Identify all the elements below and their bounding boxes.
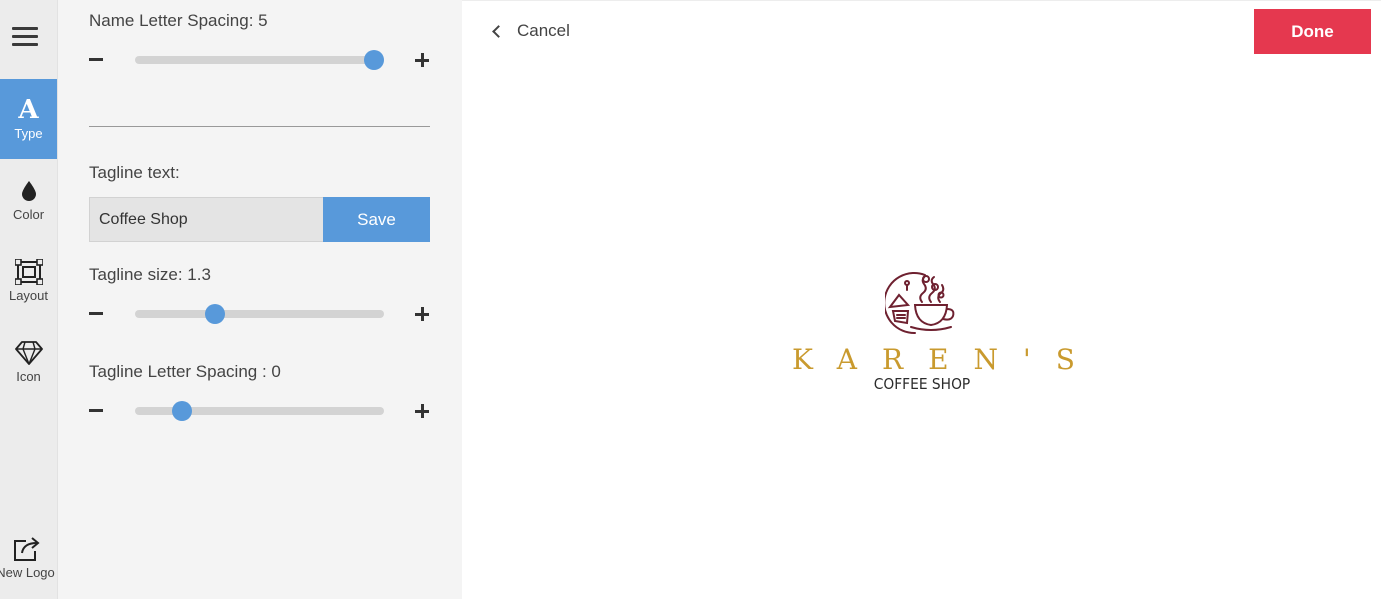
icon-rail: A Type Color Layout Icon New Logo: [0, 0, 58, 599]
tagline-letter-spacing-track[interactable]: [135, 401, 384, 421]
tagline-size-slider: [85, 302, 435, 326]
chevron-left-icon: [492, 24, 505, 38]
name-letter-spacing-slider: [85, 48, 435, 72]
name-letter-spacing-label: Name Letter Spacing: 5: [89, 11, 268, 30]
cancel-label: Cancel: [517, 21, 570, 40]
rail-item-type[interactable]: A Type: [0, 79, 57, 159]
tagline-letter-spacing-label: Tagline Letter Spacing : 0: [89, 362, 281, 381]
hamburger-menu-icon[interactable]: [12, 27, 38, 51]
tagline-letter-spacing-decrease-button[interactable]: [89, 409, 103, 412]
tagline-letter-spacing-thumb[interactable]: [172, 401, 193, 421]
editor-panel: Name Letter Spacing: 5 Tagline text: Sav…: [58, 0, 462, 599]
tagline-size-increase-button[interactable]: [415, 307, 429, 321]
rail-item-icon-label: Icon: [16, 369, 41, 384]
name-letter-spacing-increase-button[interactable]: [415, 53, 429, 67]
tagline-letter-spacing-increase-button[interactable]: [415, 404, 429, 418]
tagline-size-label: Tagline size: 1.3: [89, 265, 211, 284]
rail-item-layout-label: Layout: [8, 288, 49, 303]
tagline-size-track[interactable]: [135, 304, 384, 324]
new-logo-label: New Logo: [0, 565, 55, 580]
rail-item-layout[interactable]: Layout: [0, 241, 57, 321]
tagline-text-input[interactable]: [89, 197, 323, 242]
cancel-button[interactable]: Cancel: [492, 21, 570, 41]
tagline-size-thumb[interactable]: [204, 304, 225, 324]
rail-item-icon[interactable]: Icon: [0, 322, 57, 402]
new-logo-button[interactable]: New Logo: [0, 526, 57, 590]
section-divider: [89, 126, 430, 127]
rail-item-color-label: Color: [12, 207, 45, 222]
logo-preview-area: Cancel Done KAREN'S COFFEE SHOP: [462, 0, 1381, 599]
rail-item-type-label: Type: [14, 126, 43, 141]
rail-item-color[interactable]: Color: [0, 160, 57, 240]
tagline-letter-spacing-slider: [85, 399, 435, 423]
name-letter-spacing-decrease-button[interactable]: [89, 58, 103, 61]
tagline-size-decrease-button[interactable]: [89, 312, 103, 315]
type-icon: A: [18, 95, 39, 125]
logo-preview: KAREN'S COFFEE SHOP: [767, 271, 1077, 401]
name-letter-spacing-thumb[interactable]: [364, 50, 385, 70]
tagline-text-label: Tagline text:: [89, 163, 180, 182]
coffee-cup-icon: [883, 271, 957, 337]
save-button[interactable]: Save: [323, 197, 430, 242]
done-button[interactable]: Done: [1254, 9, 1371, 54]
layout-icon: [14, 259, 43, 285]
share-icon: [13, 536, 41, 562]
diamond-icon: [14, 340, 43, 366]
drop-icon: [21, 178, 36, 204]
logo-tagline-text: COFFEE SHOP: [873, 375, 971, 393]
name-letter-spacing-track[interactable]: [135, 50, 385, 70]
logo-name-text: KAREN'S: [792, 343, 1100, 376]
